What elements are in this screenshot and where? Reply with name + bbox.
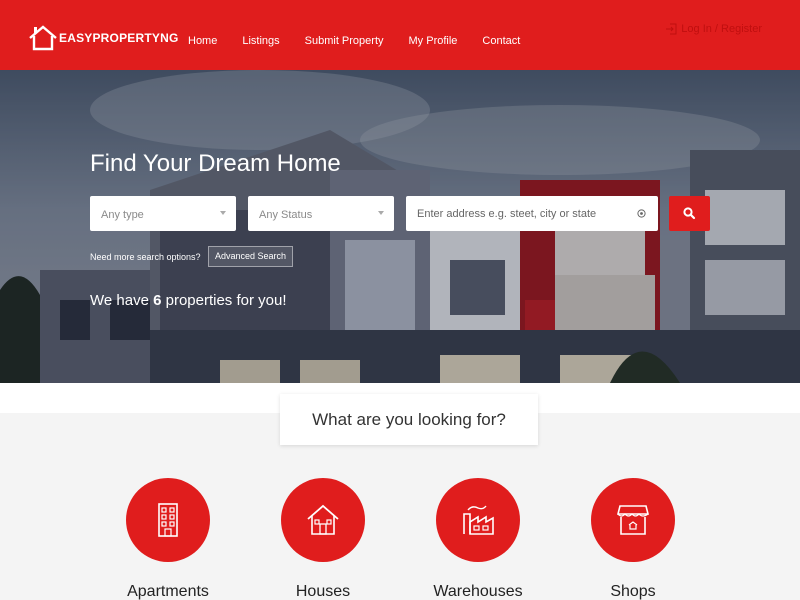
nav-submit-property[interactable]: Submit Property (305, 35, 384, 47)
category-apartments[interactable]: Apartments (88, 478, 248, 600)
nav-my-profile[interactable]: My Profile (409, 35, 458, 47)
category-shops[interactable]: Shops (553, 478, 713, 600)
category-label: Houses (295, 583, 351, 600)
house-logo-icon (29, 25, 57, 51)
chevron-down-icon (220, 211, 226, 215)
type-select[interactable]: Any type (90, 196, 236, 231)
search-button[interactable] (669, 196, 710, 231)
category-circle (281, 478, 365, 562)
factory-icon (463, 505, 494, 535)
category-houses[interactable]: Houses (243, 478, 403, 600)
site-header: EASYPROPERTYNG Home Listings Submit Prop… (0, 0, 800, 70)
category-label: Apartments (127, 583, 209, 600)
category-warehouses[interactable]: Warehouses (398, 478, 558, 600)
hero-title: Find Your Dream Home (90, 150, 341, 177)
logo[interactable]: EASYPROPERTYNG (28, 24, 179, 52)
search-icon (683, 207, 696, 220)
hero-section: Find Your Dream Home Any type Any Status… (0, 70, 800, 383)
house-icon (307, 504, 339, 535)
category-circle (436, 478, 520, 562)
category-label: Shops (610, 583, 656, 600)
looking-for-heading: What are you looking for? (280, 394, 538, 445)
more-options-text: Need more search options? (90, 252, 201, 262)
category-circle (591, 478, 675, 562)
login-label: Log In / Register (681, 23, 762, 35)
status-select[interactable]: Any Status (248, 196, 394, 231)
nav-listings[interactable]: Listings (242, 35, 279, 47)
type-select-value: Any type (101, 209, 144, 221)
property-count: We have 6 properties for you! (90, 292, 287, 309)
category-circle (126, 478, 210, 562)
status-select-value: Any Status (259, 209, 313, 221)
advanced-search-button[interactable]: Advanced Search (208, 246, 294, 267)
chevron-down-icon (378, 211, 384, 215)
main-nav: Home Listings Submit Property My Profile… (188, 35, 545, 47)
count-suffix: properties for you! (161, 292, 287, 309)
shop-icon (616, 505, 650, 535)
nav-home[interactable]: Home (188, 35, 217, 47)
logo-text: EASYPROPERTYNG (59, 31, 179, 45)
category-label: Warehouses (433, 583, 523, 600)
apartment-building-icon (158, 503, 178, 537)
locate-icon[interactable] (637, 209, 646, 218)
address-input[interactable] (406, 196, 658, 231)
count-prefix: We have (90, 292, 154, 309)
sign-in-icon (666, 23, 677, 35)
login-register-link[interactable]: Log In / Register (665, 23, 762, 35)
nav-contact[interactable]: Contact (482, 35, 520, 47)
